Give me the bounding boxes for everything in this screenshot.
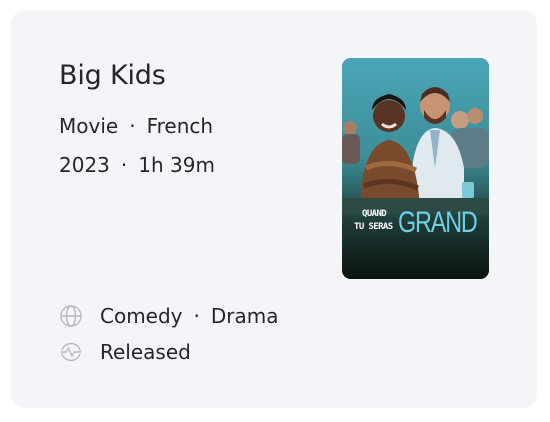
genres-row: Comedy · Drama <box>59 304 279 328</box>
poster-image[interactable]: QUAND TU SERAS GRAND <box>342 58 489 279</box>
media-type: Movie <box>59 114 119 138</box>
media-year: 2023 <box>59 153 110 177</box>
poster-title: QUAND TU SERAS GRAND <box>342 208 489 248</box>
separator-dot: · <box>129 114 136 138</box>
status-row: Released <box>59 340 191 364</box>
meta-year-runtime: 2023 · 1h 39m <box>59 153 215 177</box>
poster-title-line2: TU SERAS <box>354 222 393 232</box>
genre-item: Drama <box>210 304 279 328</box>
genre-item: Comedy <box>100 304 183 328</box>
poster-title-line1: QUAND <box>362 209 387 219</box>
media-language: French <box>146 114 214 138</box>
separator-dot: · <box>120 153 128 177</box>
media-runtime: 1h 39m <box>138 153 215 177</box>
media-title: Big Kids <box>59 60 166 91</box>
separator-dot: · <box>193 304 200 328</box>
globe-icon <box>60 305 82 327</box>
status-label: Released <box>100 340 191 364</box>
poster-title-big: GRAND <box>398 206 478 239</box>
media-card: Big Kids Movie · French 2023 · 1h 39m QU… <box>11 10 537 408</box>
activity-pulse-icon <box>60 342 82 362</box>
meta-type-language: Movie · French <box>59 114 213 138</box>
